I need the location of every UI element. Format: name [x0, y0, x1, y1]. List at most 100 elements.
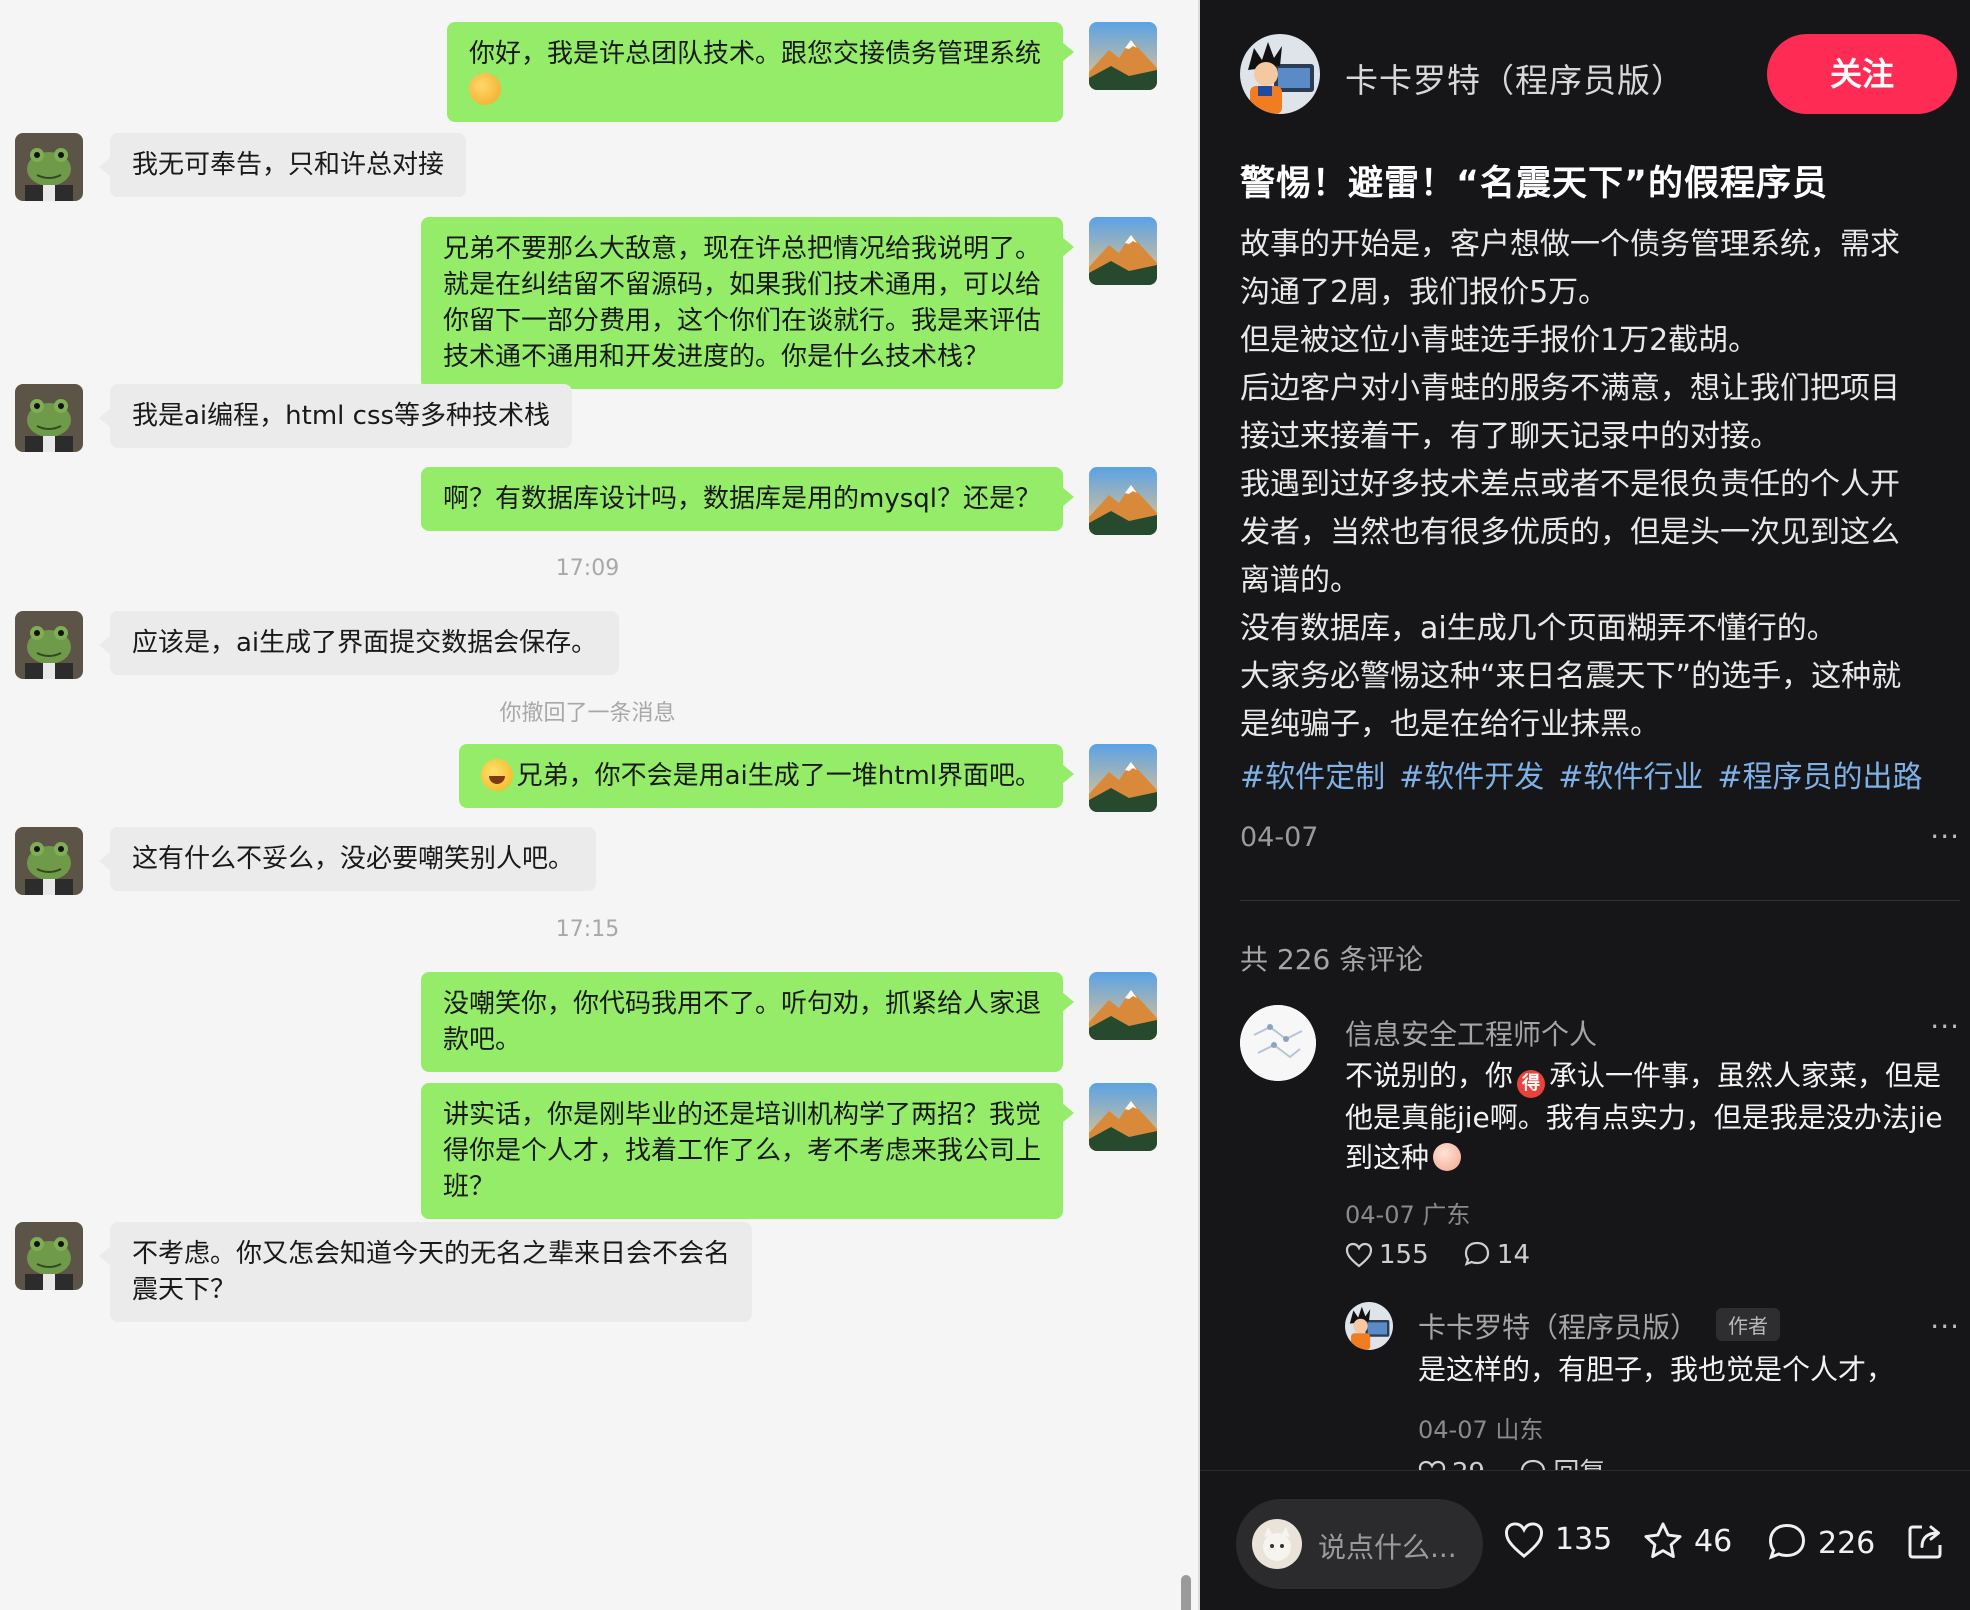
post-body-line: 我遇到过好多技术差点或者不是很负责任的个人开 [1240, 467, 1900, 502]
hashtag-list: #软件定制 #软件开发 #软件行业 #程序员的出路 [1240, 752, 1937, 796]
author-tag: 作者 [1716, 1308, 1781, 1341]
message-line: 兄弟不要那么大敌意，现在许总把情况给我说明了。 [442, 234, 1041, 264]
message-line: 班？ [442, 1172, 495, 1202]
message-bubble[interactable]: 你好，我是许总团队技术。跟您交接债务管理系统 [446, 22, 1075, 122]
more-icon[interactable]: ··· [1930, 1310, 1960, 1343]
more-icon[interactable]: ··· [1930, 1010, 1960, 1043]
comment-meta: 04-07 广东 [1345, 1201, 1471, 1229]
message-bubble[interactable]: 我是ai编程，html css等多种技术栈 [98, 384, 573, 448]
sketch-avatar-icon [1240, 1005, 1316, 1081]
comments-button[interactable]: 226 [1766, 1521, 1875, 1563]
my-avatar[interactable] [1089, 744, 1157, 812]
message-bubble[interactable]: 这有什么不妥么，没必要嘲笑别人吧。 [98, 827, 597, 891]
contact-avatar[interactable] [15, 384, 83, 452]
hashtag-link[interactable]: #软件定制 [1240, 760, 1385, 795]
message-line: 这有什么不妥么，没必要嘲笑别人吧。 [132, 844, 575, 874]
reply-author: 卡卡罗特（程序员版） 作者 [1418, 1306, 1781, 1346]
message-line: 你留下一部分费用，这个你们在谈就行。我是来评估 [442, 306, 1041, 336]
frog-avatar-icon [15, 827, 83, 895]
sent-message: 没嘲笑你，你代码我用不了。听句劝，抓紧给人家退 款吧。 [0, 972, 1200, 1072]
hashtag-link[interactable]: #软件行业 [1558, 760, 1703, 795]
contact-avatar[interactable] [15, 827, 83, 895]
comment-icon [1464, 1241, 1490, 1266]
message-line: 啊？有数据库设计吗，数据库是用的mysql？还是？ [443, 484, 1041, 514]
cartoon-avatar-icon [1345, 1302, 1393, 1350]
mountain-avatar-icon [1089, 1083, 1157, 1151]
received-message: 这有什么不妥么，没必要嘲笑别人吧。 [0, 827, 1200, 895]
message-bubble[interactable]: 应该是，ai生成了界面提交数据会保存。 [98, 611, 620, 675]
cat-avatar-icon [1252, 1519, 1302, 1569]
post-body-line: 离谱的。 [1240, 563, 1360, 598]
my-avatar[interactable] [1089, 1083, 1157, 1151]
author-avatar[interactable] [1240, 34, 1320, 114]
post-body-line: 大家务必警惕这种“来日名震天下”的选手，这种就 [1240, 659, 1902, 694]
my-avatar[interactable] [1089, 22, 1157, 90]
my-avatar[interactable] [1089, 217, 1157, 285]
contact-avatar[interactable] [15, 1222, 83, 1290]
frog-avatar-icon [15, 611, 83, 679]
divider [1240, 900, 1960, 901]
favorite-button[interactable]: 46 [1642, 1521, 1732, 1561]
received-message: 不考虑。你又怎会知道今天的无名之辈来日会不会名 震天下？ [0, 1222, 1200, 1322]
de-emoji-icon: 得 [1517, 1070, 1546, 1098]
bottom-action-bar: 说点什么... 135 46 226 [1200, 1470, 1970, 1610]
message-bubble[interactable]: 没嘲笑你，你代码我用不了。听句劝，抓紧给人家退 款吧。 [420, 972, 1075, 1072]
chat-recall-notice: 你撤回了一条消息 [499, 701, 676, 726]
message-line: 应该是，ai生成了界面提交数据会保存。 [132, 628, 598, 658]
user-avatar [1252, 1519, 1302, 1569]
post-body-line: 沟通了2周，我们报价5万。 [1240, 275, 1609, 310]
author-name[interactable]: 卡卡罗特（程序员版） [1345, 54, 1685, 102]
contact-avatar[interactable] [15, 133, 83, 201]
post-body-line: 发者，当然也有很多优质的，但是头一次见到这么 [1240, 515, 1900, 550]
comment-stats: 155 14 [1345, 1240, 1530, 1270]
post-header: 卡卡罗特（程序员版） 关注 [1200, 30, 1970, 120]
share-button[interactable] [1904, 1521, 1956, 1563]
message-bubble[interactable]: 兄弟不要那么大敌意，现在许总把情况给我说明了。 就是在纠结留不留源码，如果我们技术… [420, 217, 1075, 389]
comment-reply-button[interactable]: 14 [1463, 1240, 1530, 1270]
message-line: 技术通不通用和开发进度的。你是什么技术栈？ [442, 342, 989, 372]
sent-message: 兄弟，你不会是用ai生成了一堆html界面吧。 [0, 744, 1200, 812]
comment-icon [1768, 1523, 1806, 1560]
chat-scrollbar[interactable] [1181, 1575, 1191, 1610]
message-bubble[interactable]: 啊？有数据库设计吗，数据库是用的mysql？还是？ [421, 467, 1074, 531]
post-body-line: 没有数据库，ai生成几个页面糊弄不懂行的。 [1240, 611, 1837, 646]
message-bubble[interactable]: 兄弟，你不会是用ai生成了一堆html界面吧。 [458, 744, 1075, 808]
message-line: 你好，我是许总团队技术。跟您交接债务管理系统 [468, 39, 1041, 69]
like-button[interactable]: 135 [1503, 1521, 1612, 1559]
mountain-avatar-icon [1089, 467, 1157, 535]
reply-avatar[interactable] [1345, 1302, 1393, 1350]
hashtag-link[interactable]: #程序员的出路 [1717, 760, 1922, 795]
post-title: 警惕！避雷！“名震天下”的假程序员 [1240, 164, 1829, 204]
my-avatar[interactable] [1089, 467, 1157, 535]
frog-avatar-icon [15, 133, 83, 201]
received-message: 我是ai编程，html css等多种技术栈 [0, 384, 1200, 452]
star-icon [1644, 1522, 1682, 1559]
commenter-name[interactable]: 信息安全工程师个人 [1345, 1013, 1597, 1053]
message-bubble[interactable]: 讲实话，你是刚毕业的还是培训机构学了两招？我觉 得你是个人才，找着工作了么，考不考… [420, 1083, 1075, 1219]
comment-like-button[interactable]: 155 [1345, 1240, 1429, 1270]
message-bubble[interactable]: 不考虑。你又怎会知道今天的无名之辈来日会不会名 震天下？ [98, 1222, 753, 1322]
message-bubble[interactable]: 我无可奉告，只和许总对接 [98, 133, 467, 197]
message-line: 没嘲笑你，你代码我用不了。听句劝，抓紧给人家退 [442, 989, 1041, 1019]
received-message: 我无可奉告，只和许总对接 [0, 133, 1200, 201]
my-avatar[interactable] [1089, 972, 1157, 1040]
face-emoji-icon [1433, 1143, 1462, 1171]
follow-button[interactable]: 关注 [1767, 34, 1957, 114]
message-line: 我是ai编程，html css等多种技术栈 [132, 401, 551, 431]
message-line: 款吧。 [442, 1025, 521, 1055]
message-line: 就是在纠结留不留源码，如果我们技术通用，可以给 [442, 270, 1041, 300]
commenter-avatar[interactable] [1240, 1005, 1316, 1081]
more-icon[interactable]: ··· [1930, 820, 1960, 853]
laughing-emoji-icon [480, 759, 513, 791]
chat-timestamp: 17:09 [555, 556, 620, 581]
post-date: 04-07 [1240, 822, 1319, 853]
post-body-line: 是纯骗子，也是在给行业抹黑。 [1240, 707, 1660, 742]
reply-text: 是这样的，有胆子，我也觉是个人才， [1418, 1353, 1895, 1386]
comment-input[interactable]: 说点什么... [1236, 1499, 1483, 1589]
hashtag-link[interactable]: #软件开发 [1399, 760, 1544, 795]
sent-message: 你好，我是许总团队技术。跟您交接债务管理系统 [0, 22, 1200, 122]
message-line: 震天下？ [132, 1275, 237, 1305]
chat-screenshot: 你好，我是许总团队技术。跟您交接债务管理系统我无可奉告，只和许总对接兄弟不要那么… [0, 0, 1200, 1610]
comment-input-placeholder: 说点什么... [1318, 1531, 1457, 1564]
contact-avatar[interactable] [15, 611, 83, 679]
